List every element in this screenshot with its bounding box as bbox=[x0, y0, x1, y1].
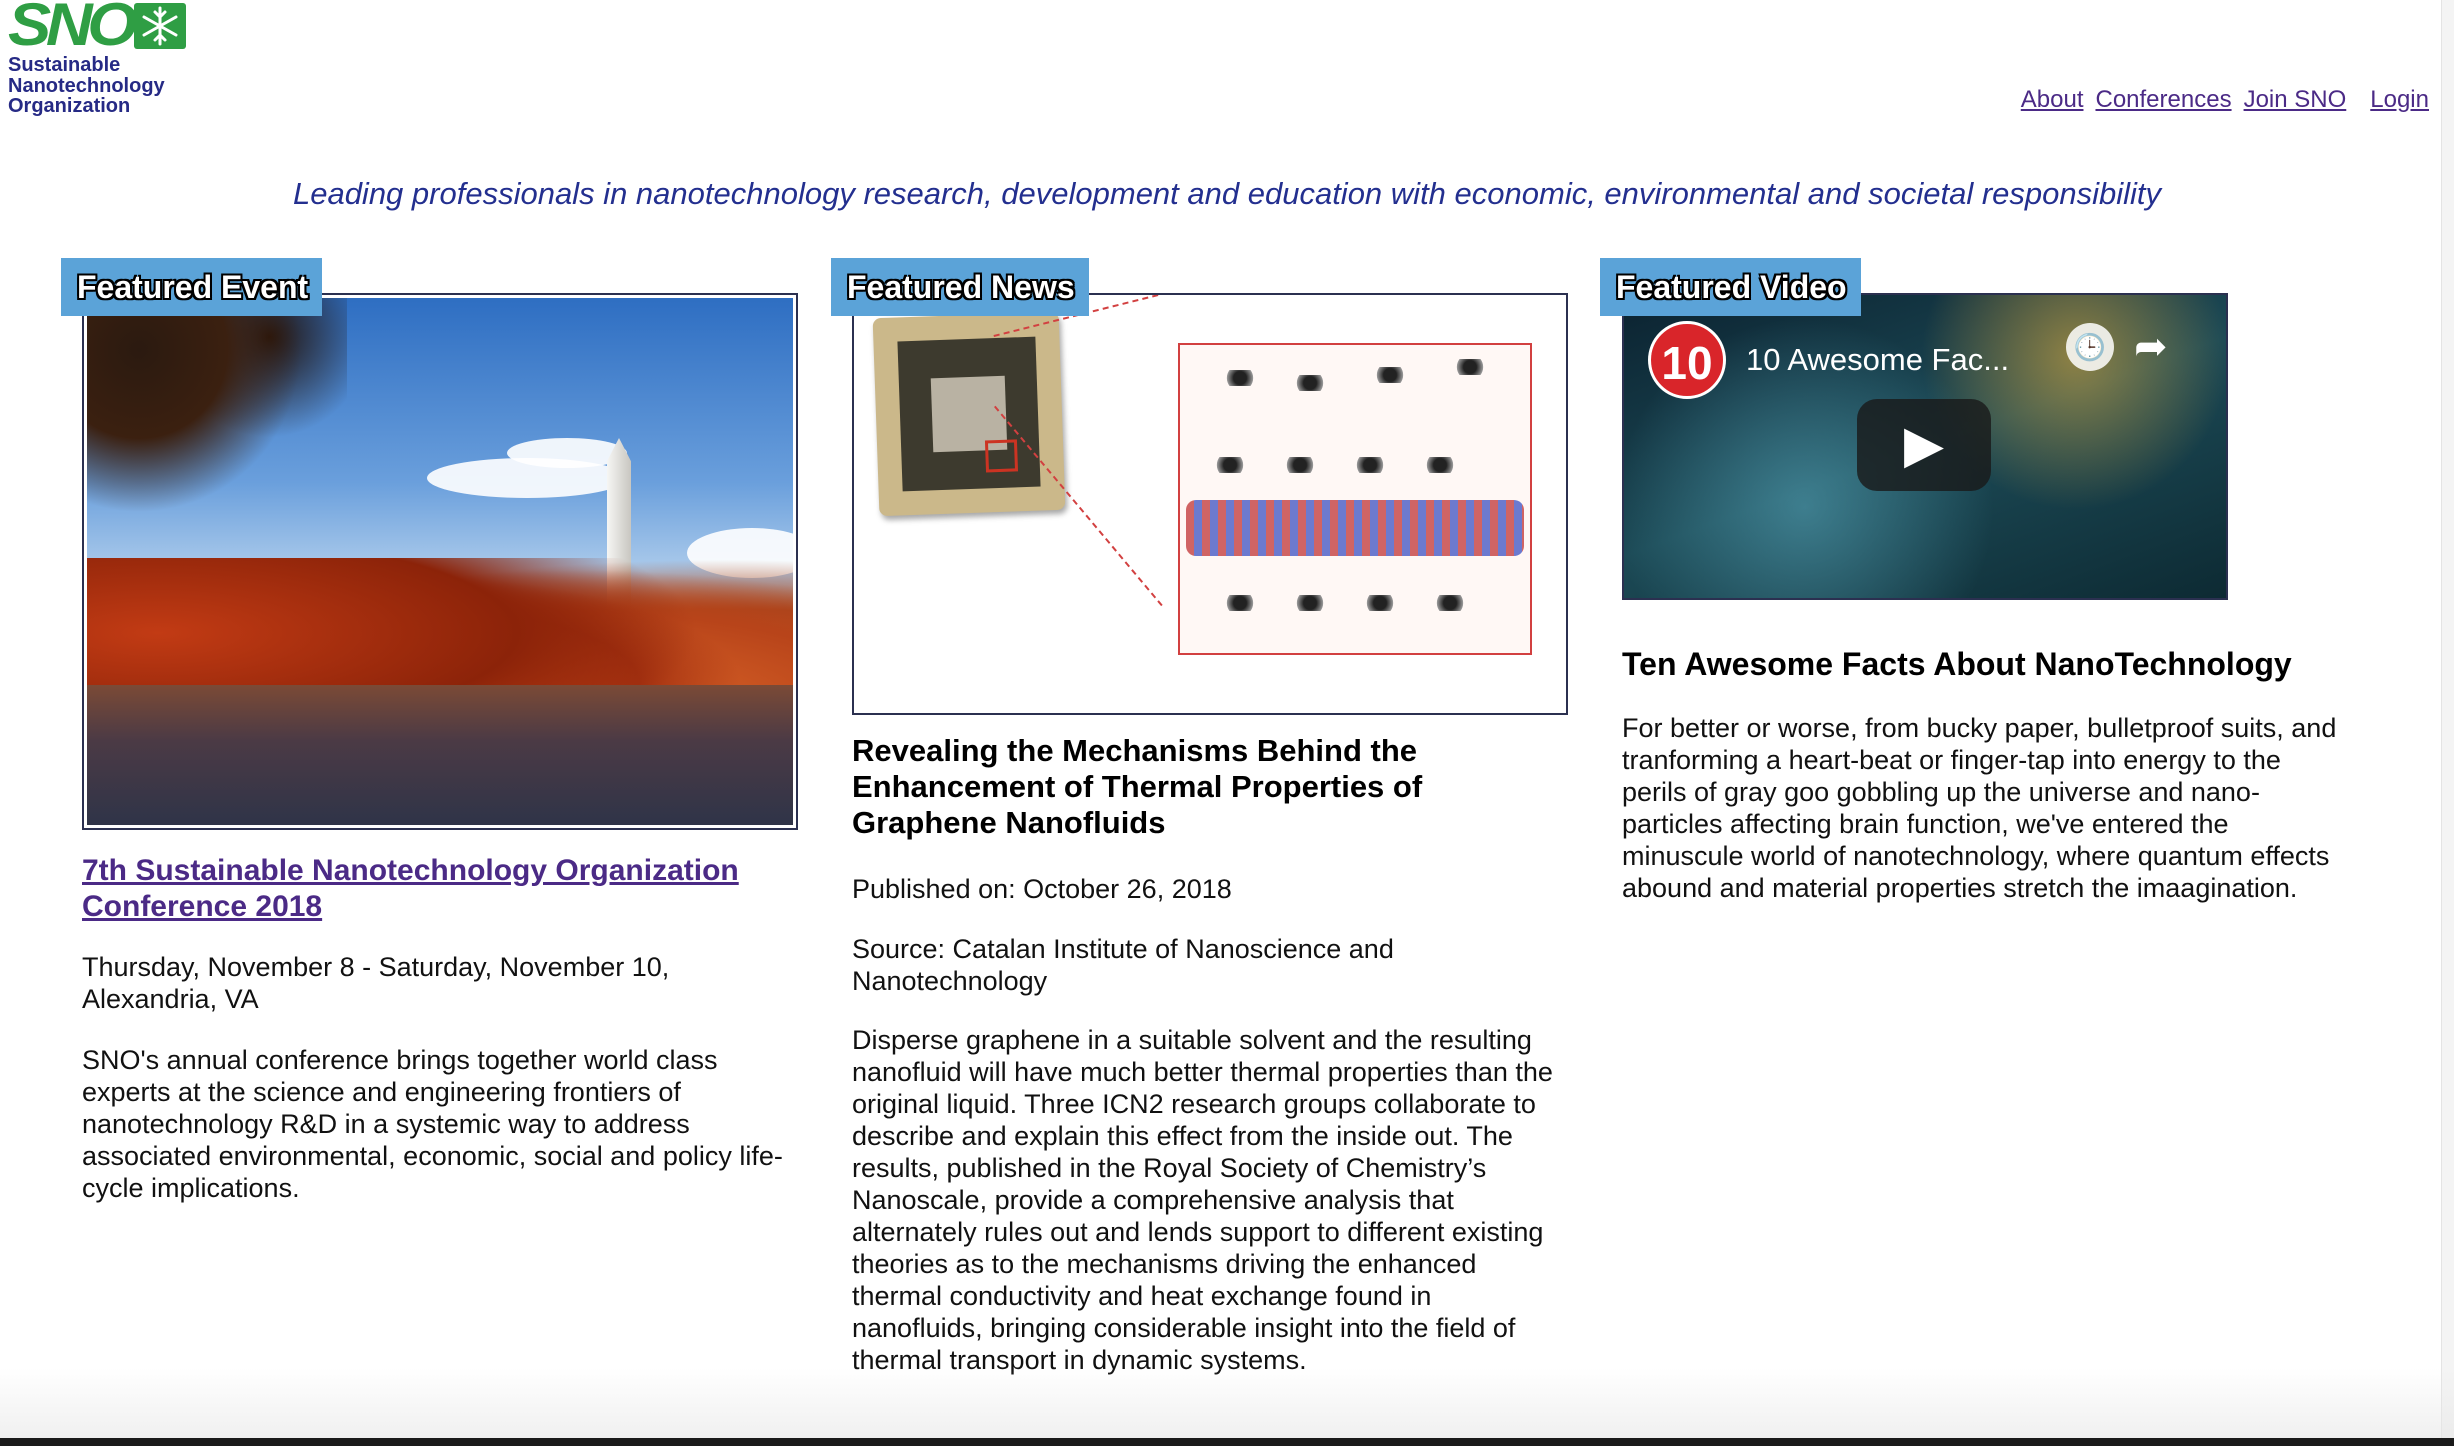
logo-wordmark: Sustainable Nanotechnology Organization bbox=[8, 55, 188, 117]
video-player-title[interactable]: 10 Awesome Fac... bbox=[1746, 340, 2009, 380]
event-description: SNO's annual conference brings together … bbox=[82, 1045, 783, 1203]
logo-letters: SNO bbox=[8, 0, 138, 58]
chip-illustration bbox=[872, 311, 1066, 517]
tagline: Leading professionals in nanotechnology … bbox=[292, 176, 2162, 211]
nav-join-link[interactable]: Join SNO bbox=[2244, 86, 2347, 114]
logo-mark: SNO bbox=[8, 0, 188, 55]
news-published-date: Published on: October 26, 2018 bbox=[852, 874, 1232, 904]
nav-login-link[interactable]: Login bbox=[2370, 86, 2429, 114]
play-icon[interactable]: ▶ bbox=[1857, 399, 1991, 491]
featured-event-label: Featured Event bbox=[61, 258, 323, 316]
nav-conferences-link[interactable]: Conferences bbox=[2095, 86, 2231, 114]
news-title: Revealing the Mechanisms Behind the Enha… bbox=[852, 733, 1423, 840]
molecular-diagram bbox=[1178, 343, 1532, 655]
window-bottom-edge bbox=[0, 1438, 2454, 1446]
logo-line-1: Sustainable bbox=[8, 54, 121, 76]
scrollbar[interactable] bbox=[2441, 0, 2454, 1438]
nav-about-link[interactable]: About bbox=[2021, 86, 2084, 114]
logo-line-2: Nanotechnology bbox=[8, 74, 165, 97]
share-icon[interactable]: ➦ bbox=[2134, 321, 2168, 373]
video-heading: Ten Awesome Facts About NanoTechnology bbox=[1622, 646, 2292, 682]
event-date: Thursday, November 8 - Saturday, Novembe… bbox=[82, 952, 670, 1014]
site-logo[interactable]: SNO Sustainable Nanotechnology Organizat… bbox=[8, 0, 188, 117]
snowflake-icon bbox=[134, 3, 186, 49]
logo-line-3: Organization bbox=[8, 95, 131, 117]
video-description: For better or worse, from bucky paper, b… bbox=[1622, 713, 2337, 903]
video-player[interactable]: 10 10 Awesome Fac... 🕒 ➦ ▶ bbox=[1622, 293, 2228, 600]
top-nav: About Conferences Join SNO Login bbox=[2021, 86, 2429, 114]
featured-news-label: Featured News bbox=[831, 258, 1089, 316]
event-title-link[interactable]: 7th Sustainable Nanotechnology Organizat… bbox=[82, 853, 798, 925]
watch-later-icon[interactable]: 🕒 bbox=[2066, 323, 2114, 371]
event-image[interactable] bbox=[82, 293, 798, 830]
news-image[interactable] bbox=[852, 293, 1568, 715]
featured-video-label: Featured Video bbox=[1600, 258, 1861, 316]
channel-avatar[interactable]: 10 bbox=[1648, 321, 1726, 399]
news-source: Source: Catalan Institute of Nanoscience… bbox=[852, 934, 1394, 996]
news-body: Disperse graphene in a suitable solvent … bbox=[852, 1025, 1553, 1375]
